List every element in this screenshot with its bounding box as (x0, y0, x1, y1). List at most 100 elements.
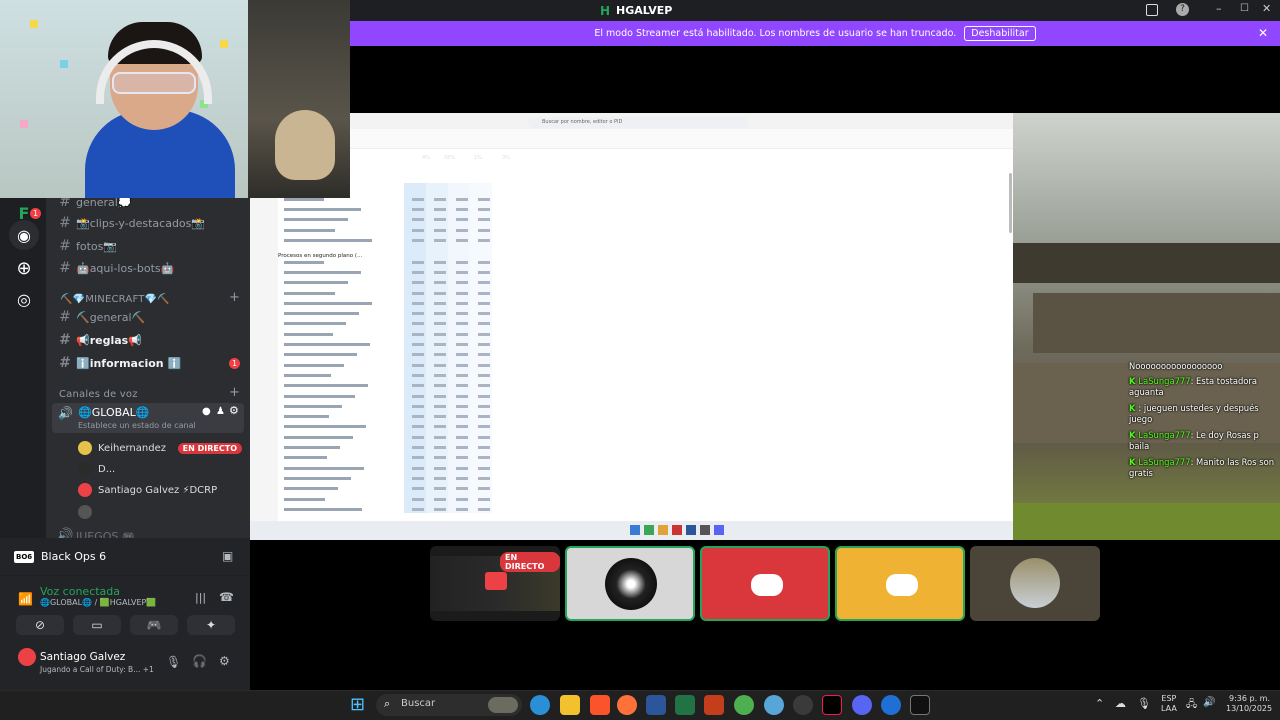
process-row[interactable] (278, 268, 762, 278)
process-row[interactable] (278, 236, 762, 246)
channel-reglas[interactable]: # 📢reglas📢 (54, 330, 142, 350)
powerpoint-icon[interactable] (704, 695, 724, 715)
close-window-icon[interactable]: ✕ (1262, 2, 1271, 15)
process-row[interactable] (278, 423, 762, 433)
task-manager-search[interactable]: Buscar por nombre, editor o PID (528, 117, 748, 128)
brave-icon[interactable] (590, 695, 610, 715)
activity-card[interactable] (0, 538, 250, 576)
camera-off-button[interactable]: ⊘ (16, 615, 64, 635)
file-explorer-icon[interactable] (560, 695, 580, 715)
chrome-icon[interactable] (734, 695, 754, 715)
firefox-icon[interactable] (617, 695, 637, 715)
voice-user[interactable]: D... (78, 459, 242, 479)
process-row[interactable] (278, 402, 762, 412)
headphones-icon[interactable]: 🎧 (192, 654, 207, 668)
volume-icon[interactable]: 🔊 (1203, 697, 1215, 708)
user-name[interactable]: Santiago Galvez (40, 651, 125, 663)
channel-informacion[interactable]: # ℹ️informacion ℹ️ (54, 353, 181, 373)
process-row[interactable] (278, 310, 762, 320)
share-screen-button[interactable]: ▭ (73, 615, 121, 635)
settings-gear-icon[interactable]: ⚙ (229, 404, 239, 417)
discover-icon[interactable]: ◉ (9, 220, 39, 250)
add-server-icon[interactable]: ⊕ (9, 253, 39, 283)
process-row[interactable] (278, 195, 762, 205)
help-icon[interactable]: ? (1176, 3, 1189, 16)
process-row[interactable] (278, 413, 762, 423)
voice-user[interactable]: Santiago Galvez ⚡DCRP (78, 480, 242, 500)
voice-connected-label[interactable]: Voz conectada (40, 585, 120, 598)
tiktok-icon[interactable] (822, 695, 842, 715)
soundboard-button[interactable]: ✦ (187, 615, 235, 635)
onedrive-icon[interactable]: ☁ (1115, 697, 1126, 710)
cpu-header[interactable]: 4% (422, 155, 430, 161)
process-row[interactable] (278, 216, 762, 226)
disable-streamer-button[interactable]: Deshabilitar (964, 26, 1036, 41)
process-row[interactable] (278, 433, 762, 443)
discord-taskbar-icon[interactable] (852, 695, 872, 715)
explore-icon[interactable]: ◎ (9, 284, 39, 314)
process-row[interactable] (278, 443, 762, 453)
close-banner-icon[interactable]: ✕ (1258, 26, 1268, 40)
process-row[interactable] (278, 299, 762, 309)
user-settings-icon[interactable]: ⚙ (219, 654, 230, 668)
minimize-icon[interactable]: – (1216, 2, 1222, 15)
disconnect-icon[interactable]: ☎ (219, 590, 234, 604)
process-row[interactable] (278, 371, 762, 381)
tile-user-photo[interactable] (970, 546, 1100, 621)
chrome-profile-icon[interactable] (764, 695, 784, 715)
voice-channel-status[interactable]: Establece un estado de canal (78, 421, 196, 430)
process-row[interactable] (278, 485, 762, 495)
channel-juegos[interactable]: 🔊 JUEGOS 🎮 (54, 526, 135, 538)
network-icon[interactable]: 🖧 (1186, 697, 1197, 714)
process-row[interactable] (278, 505, 762, 515)
tile-stream-preview[interactable]: EN DIRECTO (430, 546, 560, 621)
process-row[interactable] (278, 258, 762, 268)
process-row[interactable] (278, 279, 762, 289)
process-row[interactable] (278, 454, 762, 464)
steam-icon[interactable] (793, 695, 813, 715)
process-row[interactable] (278, 382, 762, 392)
user-avatar[interactable] (18, 648, 36, 666)
cod-icon[interactable] (910, 695, 930, 715)
channel-mc-general[interactable]: # ⛏️general⛏️ (54, 307, 145, 327)
channel-fotos[interactable]: # fotos📷 (54, 236, 117, 256)
stream-preview-icon[interactable]: ▣ (222, 549, 233, 563)
maximize-icon[interactable]: ☐ (1240, 3, 1249, 14)
microphone-icon[interactable]: 🎙 (166, 655, 181, 669)
taskbar-search[interactable]: ⌕ Buscar (376, 694, 522, 716)
language-indicator[interactable]: ESP LAA (1161, 694, 1177, 714)
disk-header[interactable]: 1% (474, 155, 482, 161)
voice-user[interactable]: Keihernandez EN DIRECTO (78, 438, 242, 458)
add-voice-channel-icon[interactable]: + (229, 385, 240, 400)
category-voice[interactable]: Canales de voz (59, 389, 138, 400)
network-header[interactable]: 3% (502, 155, 510, 161)
process-row[interactable] (278, 205, 762, 215)
voice-user[interactable] (78, 502, 242, 522)
invite-icon[interactable]: ♟ (216, 406, 225, 417)
process-row[interactable] (278, 340, 762, 350)
process-row[interactable] (278, 330, 762, 340)
tile-user-red[interactable] (700, 546, 830, 621)
chat-icon[interactable]: ● (202, 406, 211, 417)
memory-header[interactable]: 58% (444, 155, 455, 161)
app-icon[interactable] (881, 695, 901, 715)
tile-user-dragon[interactable] (565, 546, 695, 621)
screen-icon[interactable] (1146, 4, 1158, 16)
add-channel-icon[interactable]: + (229, 290, 240, 305)
process-row[interactable] (278, 320, 762, 330)
process-row[interactable] (278, 474, 762, 484)
process-row[interactable] (278, 226, 762, 236)
channel-clips[interactable]: # 📸clips-y-destacados📸 (54, 213, 205, 233)
edge-icon[interactable] (530, 695, 550, 715)
process-row[interactable] (278, 289, 762, 299)
channel-general[interactable]: # general💭 (54, 198, 131, 212)
noise-icon[interactable]: ||| (195, 591, 206, 604)
process-row[interactable] (278, 392, 762, 402)
tray-chevron-icon[interactable]: ⌃ (1095, 697, 1104, 710)
tile-user-yellow[interactable] (835, 546, 965, 621)
process-row[interactable] (278, 351, 762, 361)
activities-button[interactable]: 🎮 (130, 615, 178, 635)
process-row[interactable] (278, 464, 762, 474)
process-row[interactable] (278, 495, 762, 505)
process-row[interactable] (278, 361, 762, 371)
